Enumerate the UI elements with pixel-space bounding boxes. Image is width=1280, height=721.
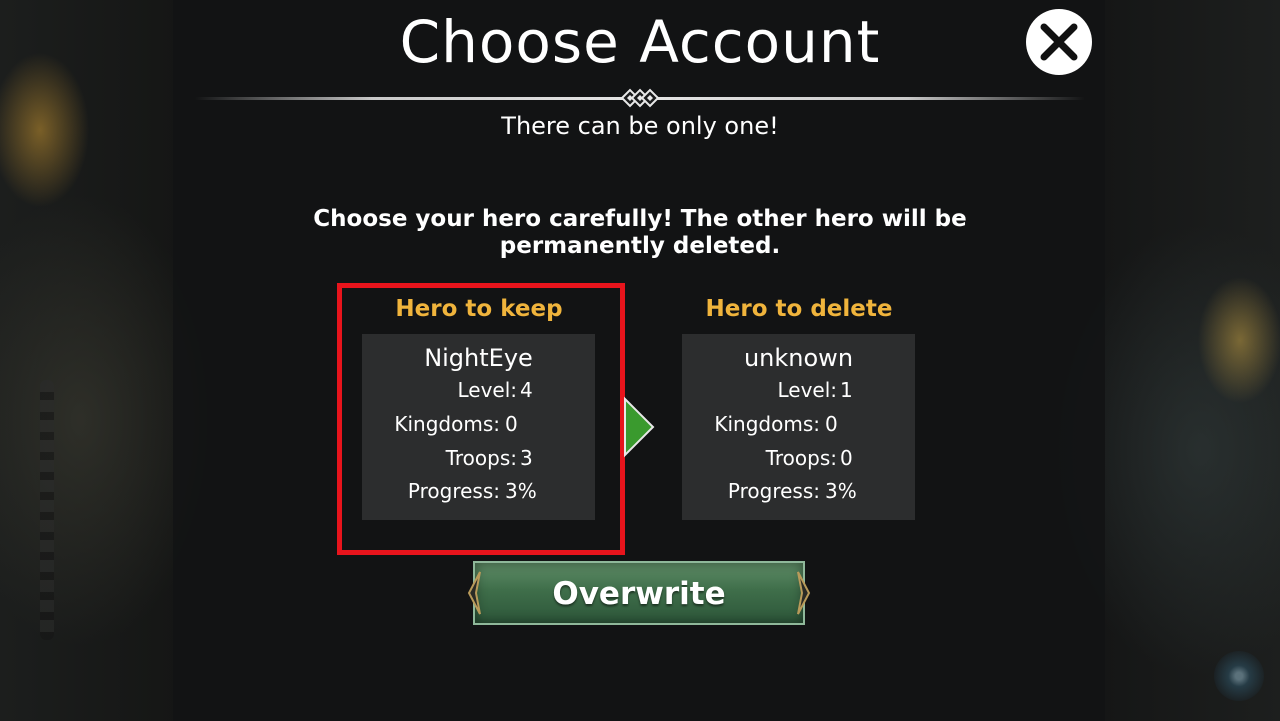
button-right-cap-icon	[797, 571, 811, 615]
overwrite-button[interactable]: Overwrite	[473, 561, 805, 625]
close-icon	[1040, 23, 1078, 61]
delete-warning: Choose your hero carefully! The other he…	[313, 206, 967, 259]
delete-hero-name: unknown	[743, 344, 854, 372]
overwrite-button-label: Overwrite	[552, 576, 726, 612]
close-button[interactable]	[1026, 9, 1092, 75]
hero-to-delete-label: Hero to delete	[705, 296, 893, 322]
background-orb	[1214, 651, 1264, 701]
dialog-subtitle: There can be only one!	[501, 112, 779, 140]
delete-hero-card: unknown Level: 1 Kingdoms: 0 Troops: 0 P…	[682, 334, 915, 520]
divider-ornament	[620, 88, 660, 108]
keep-selection-highlight	[337, 283, 625, 555]
background-chain	[40, 380, 54, 640]
button-left-cap-icon	[467, 571, 481, 615]
arrow-right-icon	[624, 396, 655, 458]
